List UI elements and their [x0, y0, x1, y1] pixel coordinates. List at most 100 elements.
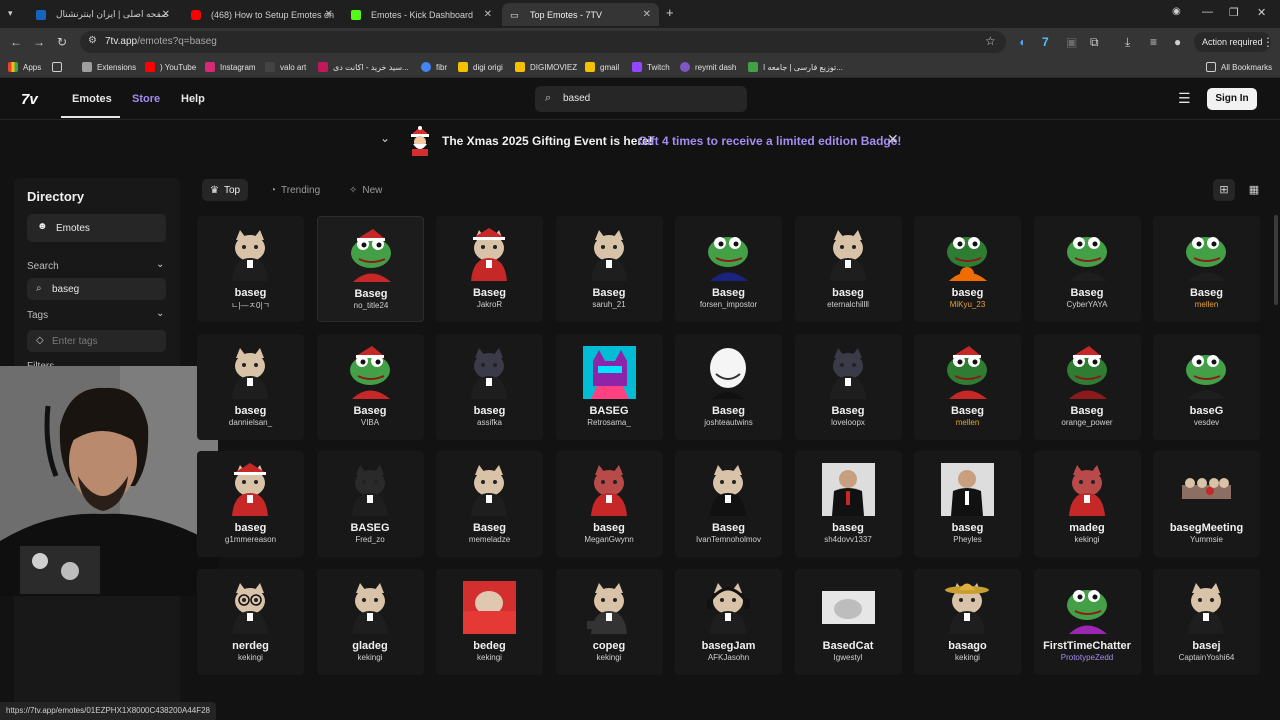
emote-owner[interactable]: saruh_21 — [556, 300, 663, 309]
page-scrollbar[interactable] — [1274, 215, 1278, 305]
compact-grid-icon[interactable]: ▦ — [1243, 179, 1265, 201]
emote-card[interactable]: Baseg saruh_21 — [555, 216, 663, 322]
emote-card[interactable]: BasedCat Igwestyl — [794, 568, 902, 675]
sidebar-item-emotes[interactable]: ☻ Emotes — [27, 214, 166, 242]
emote-owner[interactable]: Yummsie — [1153, 535, 1260, 544]
bookmark-persian-2[interactable]: توزیع فارسی | جامعه ا... — [748, 62, 843, 72]
sidebar-search-input[interactable]: ⌕ baseg — [27, 278, 166, 300]
emote-owner[interactable]: kekingi — [197, 653, 304, 662]
tab-search-icon[interactable]: ▾ — [8, 8, 13, 19]
nav-emotes[interactable]: Emotes — [72, 93, 112, 105]
emote-card[interactable]: basegJam AFKJasohn — [675, 568, 782, 675]
emote-card[interactable]: baseg assifka — [436, 333, 543, 440]
emote-owner[interactable]: kekingi — [317, 653, 424, 662]
emote-owner[interactable]: CyberYAYA — [1034, 300, 1141, 309]
emote-owner[interactable]: g1mmereason — [197, 535, 304, 544]
bookmark-persian-1[interactable]: سید خرید - اکانت دی... — [318, 62, 409, 72]
emote-card[interactable]: baseg MeganGwynn — [555, 451, 663, 557]
chevron-down-icon[interactable]: ⌄ — [156, 259, 164, 270]
emote-card[interactable]: Baseg no_title24 — [316, 216, 425, 322]
emote-owner[interactable]: vesdev — [1153, 418, 1260, 427]
media-control-icon[interactable]: ≡ — [1150, 35, 1157, 49]
address-bar[interactable]: ⚙ 7tv.app/emotes?q=baseg ☆ — [80, 31, 1006, 53]
7tv-logo[interactable]: 7v — [21, 91, 38, 108]
emote-card[interactable]: Baseg loveloopx — [794, 333, 902, 440]
emote-card[interactable]: BASEG Retrosama_ — [555, 333, 663, 440]
emote-owner[interactable]: JakroR — [436, 300, 543, 309]
emote-card[interactable]: Baseg memeladze — [436, 451, 543, 557]
back-icon[interactable]: ← — [10, 35, 22, 49]
extension-icon[interactable]: ◖ — [1018, 35, 1025, 49]
emote-card[interactable]: Baseg mellen — [914, 333, 1021, 440]
nav-help[interactable]: Help — [181, 93, 205, 105]
emote-card[interactable]: baseg dannielsan_ — [197, 333, 304, 440]
emote-owner[interactable]: no_title24 — [318, 301, 425, 310]
emote-owner[interactable]: mellen — [914, 418, 1021, 427]
emote-owner[interactable]: Fred_zo — [317, 535, 424, 544]
emote-card[interactable]: bedeg kekingi — [436, 568, 543, 675]
close-tab-icon[interactable]: ✕ — [643, 9, 651, 20]
top-search-input[interactable]: ⌕ based — [535, 86, 747, 112]
bookmark-digimoviez[interactable]: DIGIMOVIEZ — [515, 62, 577, 72]
emote-card[interactable]: copeg kekingi — [555, 568, 663, 675]
7tv-extension-icon[interactable]: 7 — [1042, 35, 1049, 49]
emote-card[interactable]: nerdeg kekingi — [197, 568, 304, 675]
search-section-label[interactable]: Search — [27, 261, 59, 272]
emote-owner[interactable]: forsen_impostor — [675, 300, 782, 309]
close-tab-icon[interactable]: ✕ — [484, 9, 492, 20]
maximize-icon[interactable]: ❐ — [1229, 6, 1239, 19]
grid-view-icon[interactable]: ⊞ — [1213, 179, 1235, 201]
extensions-puzzle-icon[interactable]: ⧉ — [1090, 35, 1099, 50]
emote-owner[interactable]: orange_power — [1034, 418, 1141, 427]
tab-top[interactable]: ♛ Top — [202, 179, 249, 201]
emote-card[interactable]: baseg Pheyles — [914, 451, 1021, 557]
all-bookmarks-button[interactable]: All Bookmarks — [1206, 62, 1272, 72]
bookmark-reymit[interactable]: reymit dash — [680, 62, 736, 72]
emote-owner[interactable]: Pheyles — [914, 535, 1021, 544]
avatar[interactable]: ● — [1174, 35, 1181, 49]
emote-owner[interactable]: kekingi — [914, 653, 1021, 662]
extension-icon-2[interactable]: ▣ — [1066, 35, 1077, 49]
emote-card[interactable]: baseg ㄴ|—ㅈ0|ㄱ — [197, 216, 304, 322]
chevron-down-icon[interactable]: ⌄ — [380, 131, 390, 145]
emote-owner[interactable]: AFKJasohn — [675, 653, 782, 662]
action-required-button[interactable]: Action required — [1194, 32, 1271, 52]
tab-trending[interactable]: ◔ Trending — [262, 179, 328, 201]
download-icon[interactable]: ⤓ — [1125, 35, 1130, 50]
bookmark-valo-art[interactable]: valo art — [265, 62, 306, 72]
emote-owner[interactable]: dannielsan_ — [197, 418, 304, 427]
emote-owner[interactable]: VIBA — [317, 418, 424, 427]
tags-section-label[interactable]: Tags — [27, 310, 48, 321]
emote-card[interactable]: basegMeeting Yummsie — [1153, 451, 1260, 557]
tab-7tv[interactable]: ▭ Top Emotes - 7TV ✕ — [502, 3, 659, 26]
emote-owner[interactable]: IvanTemnoholmov — [675, 535, 782, 544]
emote-card[interactable]: FirstTimeChatter PrototypeZedd — [1033, 568, 1141, 675]
emote-card[interactable]: gladeg kekingi — [316, 568, 424, 675]
nav-store[interactable]: Store — [132, 93, 160, 105]
bookmark-extensions[interactable]: Extensions — [82, 62, 136, 72]
emote-card[interactable]: basej CaptainYoshi64 — [1153, 568, 1260, 675]
emote-card[interactable]: madeg kekingi — [1033, 451, 1141, 557]
profile-icon[interactable]: ◉ — [1172, 6, 1181, 17]
emote-card[interactable]: BASEG Fred_zo — [316, 451, 424, 557]
tags-input[interactable]: ◇ Enter tags — [27, 330, 166, 352]
tab-youtube[interactable]: (468) How to Setup Emotes on ✕ — [183, 3, 341, 26]
bookmark-twitch[interactable]: Twitch — [632, 62, 670, 72]
emote-owner[interactable]: sh4dovv1337 — [795, 535, 902, 544]
close-tab-icon[interactable]: ✕ — [162, 9, 170, 20]
tab-iran-international[interactable]: صفحه اصلی | ایران اینترنشنال ✕ — [28, 3, 178, 26]
emote-owner[interactable]: PrototypeZedd — [1034, 653, 1141, 662]
emote-card[interactable]: Baseg joshteautwins — [675, 333, 782, 440]
emote-card[interactable]: Baseg forsen_impostor — [675, 216, 782, 322]
site-info-icon[interactable]: ⚙ — [88, 35, 97, 46]
menu-kebab-icon[interactable]: ⋮ — [1262, 35, 1274, 49]
emote-card[interactable]: basago kekingi — [914, 568, 1021, 675]
bookmark-grid[interactable] — [52, 62, 67, 72]
emote-owner[interactable]: memeladze — [436, 535, 543, 544]
emote-card[interactable]: Baseg VIBA — [316, 333, 424, 440]
bookmark-apps[interactable]: Apps — [8, 62, 41, 72]
emote-card[interactable]: Baseg orange_power — [1033, 333, 1141, 440]
emote-owner[interactable]: CaptainYoshi64 — [1153, 653, 1260, 662]
emote-owner[interactable]: MiKyu_23 — [914, 300, 1021, 309]
emote-card[interactable]: Baseg JakroR — [436, 216, 543, 322]
